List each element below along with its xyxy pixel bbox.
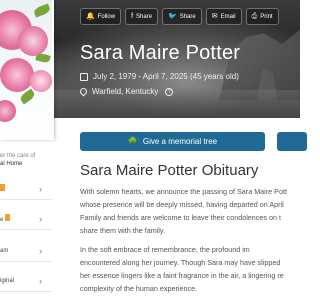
chevron-right-icon: ›: [39, 275, 42, 286]
email-icon: ✉: [211, 13, 218, 20]
share-twitter-label: Share: [179, 13, 196, 20]
obituary-paragraph-2: In the soft embrace of remembrance, the …: [80, 243, 310, 295]
memorial-tree-label: Give a memorial tree: [142, 137, 218, 146]
email-label: Email: [220, 13, 236, 20]
chevron-right-icon: ›: [39, 183, 42, 194]
sidebar-item-3[interactable]: am ›: [0, 240, 52, 262]
follow-label: Follow: [97, 13, 116, 20]
obituary-line: whose presence will be deeply missed, ha…: [80, 200, 284, 209]
print-label: Print: [260, 13, 273, 20]
follow-button[interactable]: 🔔 Follow: [80, 8, 122, 25]
life-dates: July 2, 1979 - April 7, 2025 (45 years o…: [80, 72, 239, 81]
obituary-line: Family and friends are welcome to leave …: [80, 213, 281, 222]
obituary-title: Sara Maire Potter Obituary: [80, 162, 259, 179]
share-facebook-label: Share: [136, 13, 153, 20]
share-facebook-button[interactable]: f Share: [125, 8, 159, 25]
follow-bell-icon: 🔔: [86, 13, 95, 20]
share-twitter-button[interactable]: 🐦 Share: [162, 8, 202, 25]
obituary-line: her essence lingers like a faint fragran…: [80, 271, 284, 280]
obituary-line: complexity of the human experience.: [80, 284, 198, 293]
sidebar-item-label: am: [0, 247, 9, 254]
sidebar-item-2[interactable]: e ›: [0, 208, 52, 230]
care-line: er the care of: [0, 153, 36, 159]
location-pin-icon: [78, 86, 89, 97]
sidebar-item-4[interactable]: iginal ›: [0, 270, 52, 292]
info-icon[interactable]: ?: [165, 87, 174, 96]
print-button[interactable]: ⎙ Print: [245, 8, 279, 25]
calendar-icon: [80, 72, 88, 81]
obituary-line: In the soft embrace of remembrance, the …: [80, 245, 250, 254]
sidebar-item-label: e: [0, 217, 4, 223]
funeral-home-care: er the care of al Home: [0, 152, 60, 168]
secondary-action-button[interactable]: [277, 132, 307, 151]
obituary-paragraph-1: With solemn hearts, we announce the pass…: [80, 185, 310, 237]
obituary-line: encountered along her journey. Though Sa…: [80, 258, 281, 267]
email-button[interactable]: ✉ Email: [205, 8, 242, 25]
twitter-icon: 🐦: [168, 13, 177, 20]
location: Warfield, Kentucky ?: [78, 86, 174, 97]
memorial-tree-button[interactable]: 🌳 Give a memorial tree: [80, 132, 265, 151]
chevron-right-icon: ›: [39, 245, 42, 256]
sidebar-item-1[interactable]: ›: [0, 178, 52, 200]
facebook-icon: f: [131, 13, 134, 20]
obituary-line: share them with the family.: [80, 226, 165, 235]
badge-icon: [0, 184, 5, 191]
funeral-home-link[interactable]: al Home: [0, 160, 60, 168]
print-icon: ⎙: [251, 13, 258, 20]
location-text: Warfield, Kentucky: [92, 87, 159, 96]
tree-icon: 🌳: [127, 137, 138, 146]
obituary-line: With solemn hearts, we announce the pass…: [80, 187, 287, 196]
life-dates-text: July 2, 1979 - April 7, 2025 (45 years o…: [93, 72, 239, 81]
sidebar-item-label: iginal: [0, 277, 15, 284]
chevron-right-icon: ›: [39, 213, 42, 224]
portrait-photo: [0, 0, 54, 140]
deceased-name: Sara Maire Potter: [80, 42, 241, 64]
badge-icon: [5, 214, 11, 221]
share-bar: 🔔 Follow f Share 🐦 Share ✉ Email ⎙ Print: [80, 8, 279, 25]
